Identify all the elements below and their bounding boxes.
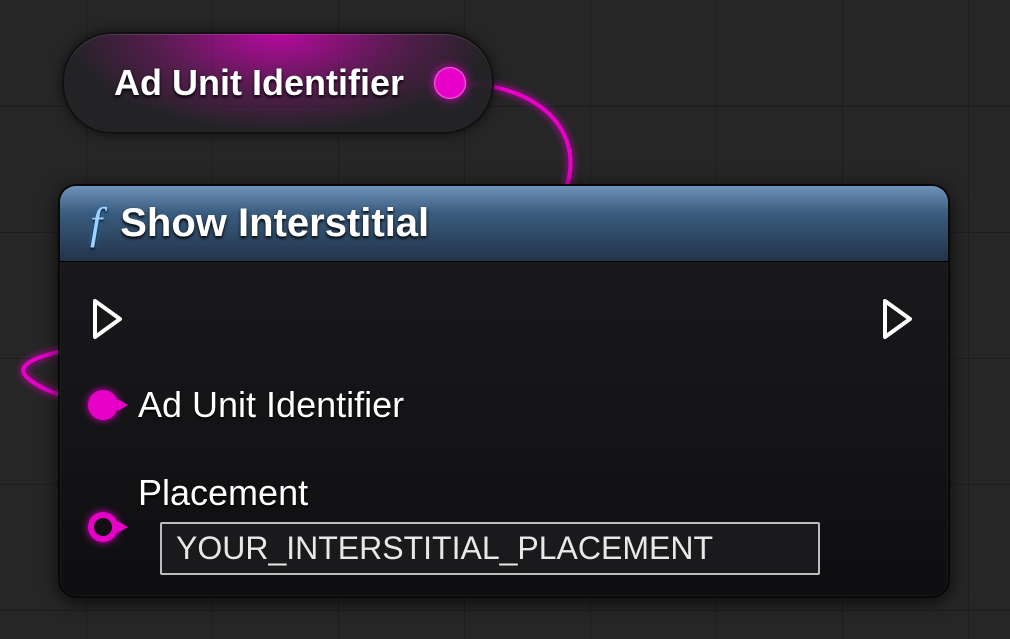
- variable-node-label: Ad Unit Identifier: [114, 62, 434, 104]
- input-label-ad-unit-identifier: Ad Unit Identifier: [138, 384, 404, 426]
- input-pin-placement[interactable]: [88, 512, 118, 542]
- exec-input-pin[interactable]: [92, 298, 126, 340]
- variable-node-ad-unit-identifier[interactable]: Ad Unit Identifier: [62, 32, 494, 134]
- node-title: Show Interstitial: [120, 201, 429, 246]
- input-label-placement: Placement: [138, 472, 820, 514]
- placement-text-field[interactable]: YOUR_INTERSTITIAL_PLACEMENT: [160, 522, 820, 575]
- exec-output-pin[interactable]: [882, 298, 916, 340]
- input-row-placement: Placement YOUR_INTERSTITIAL_PLACEMENT: [88, 472, 820, 575]
- node-header: f Show Interstitial: [60, 186, 948, 262]
- function-node-show-interstitial[interactable]: f Show Interstitial Ad Unit Identifier P…: [58, 184, 950, 598]
- function-icon: f: [90, 198, 102, 249]
- node-body: Ad Unit Identifier Placement YOUR_INTERS…: [60, 262, 948, 596]
- input-pin-ad-unit-identifier[interactable]: [88, 390, 118, 420]
- input-row-ad-unit-identifier: Ad Unit Identifier: [88, 384, 404, 426]
- output-pin-string[interactable]: [434, 67, 466, 99]
